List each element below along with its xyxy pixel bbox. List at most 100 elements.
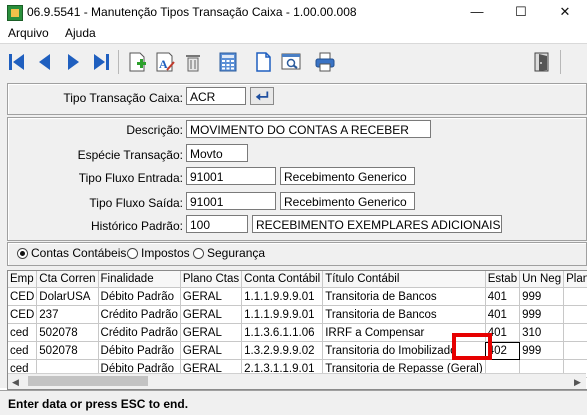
tab-contas-label: Contas Contábeis — [31, 246, 127, 260]
cell-un-neg[interactable]: 999 — [519, 287, 565, 306]
col-finalidade[interactable]: Finalidade — [98, 271, 181, 288]
minimize-button[interactable]: — — [455, 0, 499, 24]
table-row[interactable]: ced 502078 Crédito Padrão GERAL 1.1.3.6.… — [8, 323, 587, 342]
col-estab[interactable]: Estab — [485, 271, 521, 288]
cell-cta-corren[interactable]: 502078 — [36, 341, 99, 360]
exit-button[interactable] — [530, 50, 554, 74]
tab-impostos[interactable]: Impostos — [127, 246, 190, 260]
cell-emp[interactable]: CED — [8, 287, 38, 306]
tab-impostos-label: Impostos — [141, 246, 190, 260]
cell-conta-contabil[interactable]: 1.1.3.6.1.1.06 — [241, 323, 324, 342]
first-record-button[interactable] — [5, 50, 29, 74]
copy-button[interactable] — [251, 50, 275, 74]
col-conta-contabil[interactable]: Conta Contábil — [241, 271, 324, 288]
toolbar: A — [0, 43, 587, 82]
cell-emp[interactable]: ced — [8, 323, 38, 342]
cell-finalidade[interactable]: Débito Padrão — [98, 341, 181, 360]
cell-plano-ctas[interactable]: GERAL — [180, 305, 243, 324]
fluxo-saida-code[interactable]: 91001 — [186, 192, 276, 210]
cell-finalidade[interactable]: Débito Padrão — [98, 287, 181, 306]
col-plano-ctas[interactable]: Plano Ctas — [180, 271, 243, 288]
cell-un-neg[interactable]: 999 — [519, 341, 565, 360]
col-un-neg[interactable]: Un Neg — [519, 271, 565, 288]
tab-seguranca[interactable]: Segurança — [193, 246, 265, 260]
cell-plano-ctas[interactable]: GERAL — [180, 323, 243, 342]
historico-code[interactable]: 100 — [186, 215, 248, 233]
tab-seguranca-label: Segurança — [207, 246, 266, 260]
table-row[interactable]: ced 502078 Débito Padrão GERAL 1.3.2.9.9… — [8, 341, 587, 360]
next-record-button[interactable] — [61, 50, 85, 74]
table-row[interactable]: CED 237 Crédito Padrão GERAL 1.1.1.9.9.9… — [8, 305, 587, 324]
cell-plano[interactable] — [563, 305, 587, 324]
cell-cta-corren[interactable]: 502078 — [36, 323, 99, 342]
col-cta-corren[interactable]: Cta Corren — [36, 271, 99, 288]
col-titulo-contabil[interactable]: Título Contábil — [322, 271, 486, 288]
radio-selected-icon — [17, 248, 28, 259]
maximize-button[interactable]: ☐ — [499, 0, 543, 24]
cell-estab[interactable]: 401 — [485, 287, 521, 306]
cell-plano-ctas[interactable]: GERAL — [180, 287, 243, 306]
menu-arquivo[interactable]: Arquivo — [8, 26, 49, 40]
tipo-transacao-label: Tipo Transação Caixa: — [63, 91, 183, 105]
cell-plano[interactable] — [563, 287, 587, 306]
horizontal-scrollbar[interactable]: ◀ ▶ — [8, 373, 586, 389]
col-emp[interactable]: Emp — [8, 271, 38, 288]
col-plano[interactable]: Plano — [563, 271, 587, 288]
scroll-thumb[interactable] — [28, 376, 148, 386]
cell-cta-corren[interactable]: DolarUSA — [36, 287, 99, 306]
fluxo-saida-label: Tipo Fluxo Saída: — [89, 196, 183, 210]
previous-record-button[interactable] — [33, 50, 57, 74]
cell-titulo-contabil[interactable]: Transitoria de Bancos — [322, 287, 486, 306]
table-row[interactable]: CED DolarUSA Débito Padrão GERAL 1.1.1.9… — [8, 287, 587, 306]
cell-conta-contabil[interactable]: 1.1.1.9.9.9.01 — [241, 287, 324, 306]
calculator-icon — [219, 52, 237, 72]
cell-titulo-contabil[interactable]: Transitoria de Bancos — [322, 305, 486, 324]
fluxo-entrada-code[interactable]: 91001 — [186, 167, 276, 185]
search-icon — [281, 53, 301, 70]
delete-icon — [186, 55, 200, 72]
historico-desc: RECEBIMENTO EXEMPLARES ADICIONAIS — [252, 215, 502, 233]
cell-plano[interactable] — [563, 341, 587, 360]
radio-icon — [193, 248, 204, 259]
last-icon — [94, 54, 109, 70]
prev-icon — [39, 54, 50, 70]
last-record-button[interactable] — [89, 50, 113, 74]
cell-un-neg[interactable]: 999 — [519, 305, 565, 324]
cell-finalidade[interactable]: Crédito Padrão — [98, 305, 181, 324]
contas-grid[interactable]: Emp Cta Corren Finalidade Plano Ctas Con… — [7, 270, 587, 390]
cell-finalidade[interactable]: Crédito Padrão — [98, 323, 181, 342]
scroll-left-icon[interactable]: ◀ — [12, 377, 19, 388]
delete-button[interactable] — [181, 50, 205, 74]
menu-bar: Arquivo Ajuda — [0, 24, 587, 43]
close-button[interactable]: ✕ — [543, 0, 587, 24]
exit-icon — [534, 52, 549, 72]
especie-input[interactable]: Movto — [186, 144, 248, 162]
cell-plano[interactable] — [563, 323, 587, 342]
cell-emp[interactable]: ced — [8, 341, 38, 360]
highlight-box — [452, 333, 492, 360]
calculator-button[interactable] — [216, 50, 240, 74]
app-icon — [7, 5, 23, 21]
cell-conta-contabil[interactable]: 1.3.2.9.9.9.02 — [241, 341, 324, 360]
tab-contas-contabeis[interactable]: Contas Contábeis — [17, 246, 126, 260]
toolbar-separator — [560, 50, 561, 74]
fluxo-entrada-desc: Recebimento Generico — [280, 167, 415, 185]
cell-emp[interactable]: CED — [8, 305, 38, 324]
cell-estab[interactable]: 401 — [485, 305, 521, 324]
add-button[interactable] — [125, 50, 149, 74]
print-button[interactable] — [313, 50, 337, 74]
cell-un-neg[interactable]: 310 — [519, 323, 565, 342]
menu-ajuda[interactable]: Ajuda — [65, 26, 96, 40]
historico-label: Histórico Padrão: — [90, 219, 183, 233]
tipo-transacao-input[interactable]: ACR — [186, 87, 246, 105]
edit-button[interactable]: A — [153, 50, 177, 74]
search-button[interactable] — [279, 50, 303, 74]
descricao-input[interactable]: MOVIMENTO DO CONTAS A RECEBER — [186, 120, 431, 138]
window-title: 06.9.5541 - Manutenção Tipos Transação C… — [27, 5, 357, 19]
scroll-right-icon[interactable]: ▶ — [574, 377, 581, 388]
go-button[interactable] — [250, 87, 274, 105]
descricao-label: Descrição: — [126, 123, 183, 137]
cell-conta-contabil[interactable]: 1.1.1.9.9.9.01 — [241, 305, 324, 324]
cell-plano-ctas[interactable]: GERAL — [180, 341, 243, 360]
cell-cta-corren[interactable]: 237 — [36, 305, 99, 324]
